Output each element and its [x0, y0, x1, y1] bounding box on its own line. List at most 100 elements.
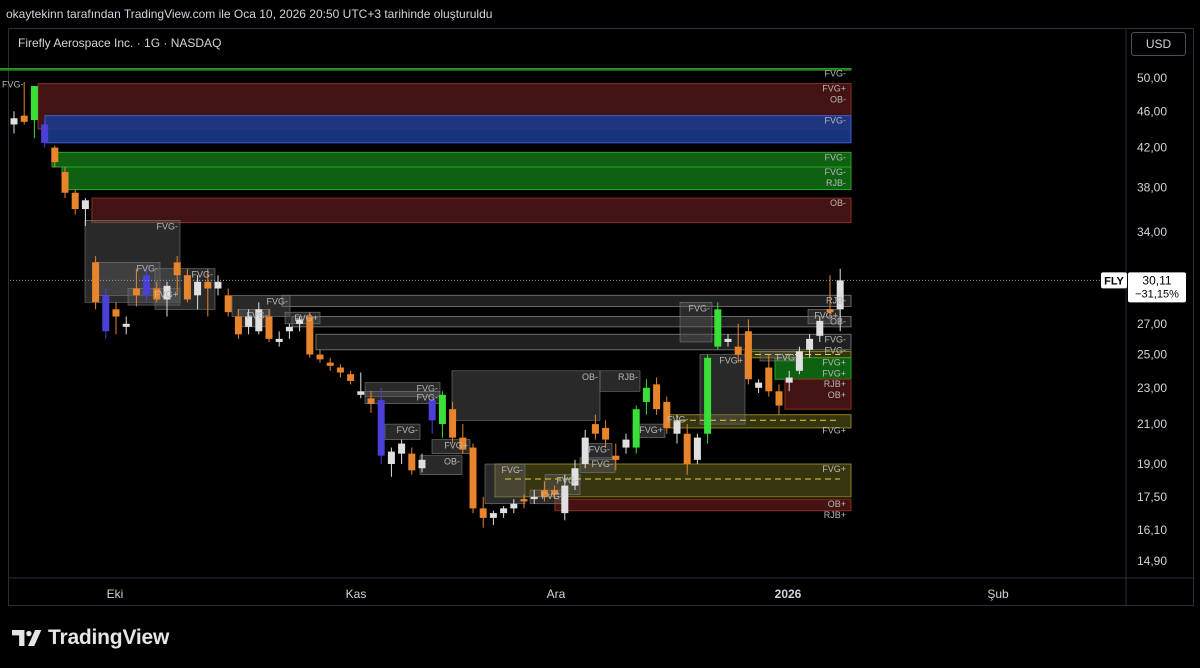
candle-body — [347, 374, 355, 381]
gray-zone-label: FVG+ — [444, 441, 468, 451]
zone-gray — [291, 316, 852, 328]
gray-zone-label: FVG+ — [719, 356, 743, 366]
candle — [642, 379, 650, 415]
x-tick-label: Eki — [107, 587, 124, 601]
candle — [775, 384, 783, 415]
candlestick-chart[interactable]: FVG-FVG- FVG+OB-FVG-FVG-FVG-RJB-OB-RJB-OB… — [0, 0, 1200, 668]
candle-body — [224, 295, 232, 313]
y-tick-label: 34,00 — [1137, 225, 1167, 239]
candle-body — [51, 147, 59, 163]
gray-zone-label: FVG- — [502, 465, 524, 475]
symbol-title: Firefly Aerospace Inc. · 1G · NASDAQ — [18, 36, 222, 50]
y-tick-label: 46,00 — [1137, 104, 1167, 118]
candle — [489, 510, 497, 526]
candle — [122, 316, 130, 335]
gray-zone-label: FVG+ — [639, 425, 663, 435]
gray-zone-label: FVG- — [192, 270, 214, 280]
zone-label: OB- — [830, 198, 846, 208]
candle-body — [408, 453, 416, 471]
gray-zone-label: RJB- — [618, 372, 638, 382]
candle — [275, 331, 283, 347]
candle — [387, 447, 395, 477]
candle — [500, 506, 508, 518]
candle-body — [602, 427, 610, 440]
candle — [92, 256, 100, 310]
y-tick-label: 25,00 — [1137, 348, 1167, 362]
y-tick-label: 16,10 — [1137, 523, 1167, 537]
x-tick-label: Ara — [547, 587, 566, 601]
candle-body — [30, 86, 38, 121]
x-tick-label: 2026 — [775, 587, 802, 601]
candle — [316, 349, 324, 363]
candle-body — [122, 323, 130, 327]
candle-body — [326, 362, 334, 366]
time-axis: Eki Kas Ara 2026 Şub — [107, 587, 1009, 601]
candle — [438, 391, 446, 438]
candle-body — [612, 455, 620, 460]
candle-body — [428, 400, 436, 421]
candle-body — [530, 496, 538, 500]
gray-zone-label: FVG- — [397, 425, 419, 435]
y-tick-label: 17,50 — [1137, 490, 1167, 504]
gray-zone-label: FVG+ — [154, 290, 178, 300]
candle-body — [357, 391, 365, 395]
tradingview-logo[interactable]: TradingView — [12, 626, 169, 650]
candle-body — [591, 424, 599, 434]
y-tick-label: 19,00 — [1137, 457, 1167, 471]
candle-body — [714, 309, 722, 347]
candle-body — [316, 354, 324, 360]
candle-body — [234, 316, 242, 335]
candle — [653, 377, 661, 415]
candle-body — [653, 384, 661, 410]
candle — [714, 302, 722, 350]
x-tick-label: Şub — [987, 587, 1009, 601]
zone-blue — [44, 115, 852, 144]
zone-green — [61, 166, 852, 191]
zone-label: FVG- — [667, 415, 689, 425]
candle — [755, 379, 763, 394]
candle-body — [755, 382, 763, 388]
brand-name: TradingView — [48, 626, 170, 649]
candle-body — [194, 281, 202, 296]
gray-zone-label: FVG- — [247, 310, 269, 320]
candle-body — [92, 262, 100, 303]
candle-body — [510, 503, 518, 509]
candle-body — [112, 309, 120, 317]
candle-body — [683, 433, 691, 465]
gray-zone-label: FVG- — [689, 303, 711, 313]
gray-zone-label: FVG- — [589, 445, 611, 455]
gray-zone-label: FVG- — [777, 352, 799, 362]
zone-label: FVG- — [825, 69, 847, 79]
gray-zone-label: FVG+ — [294, 313, 318, 323]
candle — [744, 319, 752, 385]
candle-body — [377, 400, 385, 456]
price-tag-value: 30,11 — [1142, 273, 1171, 287]
candle — [336, 364, 344, 378]
zone-label: RJB- — [826, 178, 846, 188]
price-tag-change: −31,15% — [1135, 288, 1179, 300]
tradingview-logo-icon — [12, 630, 42, 646]
x-tick-label: Kas — [346, 587, 367, 601]
zone-label: OB+ — [828, 390, 846, 400]
candle-body — [765, 367, 773, 392]
price-axis: 50,00 46,00 42,00 38,00 34,00 27,00 25,00 23,00… — [1137, 71, 1167, 568]
candle-body — [724, 338, 732, 342]
candle-body — [785, 377, 793, 383]
candle-body — [479, 508, 487, 518]
candle-body — [204, 281, 212, 289]
zone-label: FVG- — [825, 345, 847, 355]
candle — [357, 372, 365, 399]
candle-body — [367, 398, 375, 404]
zone-label: RJB- — [826, 295, 846, 305]
zone-label: FVG- — [825, 334, 847, 344]
currency-button[interactable]: USD — [1131, 32, 1186, 56]
candle — [102, 288, 110, 339]
zone-red — [554, 498, 852, 512]
candle-body — [806, 338, 814, 350]
candle — [693, 433, 701, 465]
candle-body — [775, 391, 783, 406]
candle-body — [642, 387, 650, 402]
zone-label: FVG- — [825, 152, 847, 162]
candle-body — [285, 326, 293, 332]
candle-body — [704, 357, 712, 434]
